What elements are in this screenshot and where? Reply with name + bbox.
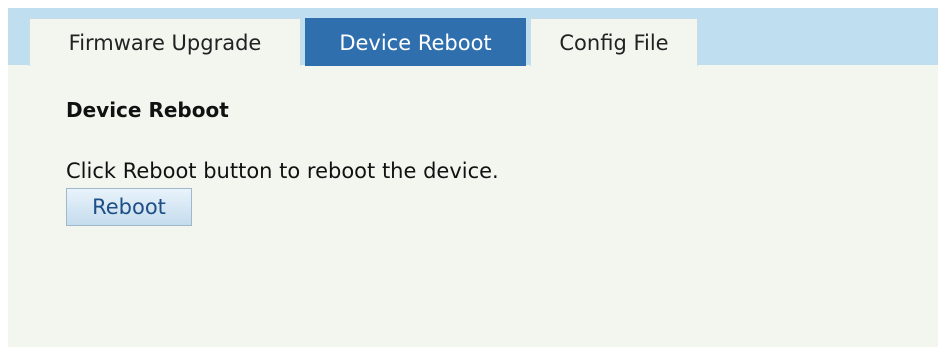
tab-config-file[interactable]: Config File xyxy=(530,18,698,66)
section-title: Device Reboot xyxy=(66,98,229,122)
reboot-button[interactable]: Reboot xyxy=(66,188,192,226)
tab-bar: Firmware Upgrade Device Reboot Config Fi… xyxy=(8,8,938,66)
device-management-panel: Firmware Upgrade Device Reboot Config Fi… xyxy=(8,8,938,347)
tab-firmware-upgrade[interactable]: Firmware Upgrade xyxy=(29,18,301,66)
reboot-description: Click Reboot button to reboot the device… xyxy=(66,159,499,183)
tab-device-reboot[interactable]: Device Reboot xyxy=(305,18,526,66)
